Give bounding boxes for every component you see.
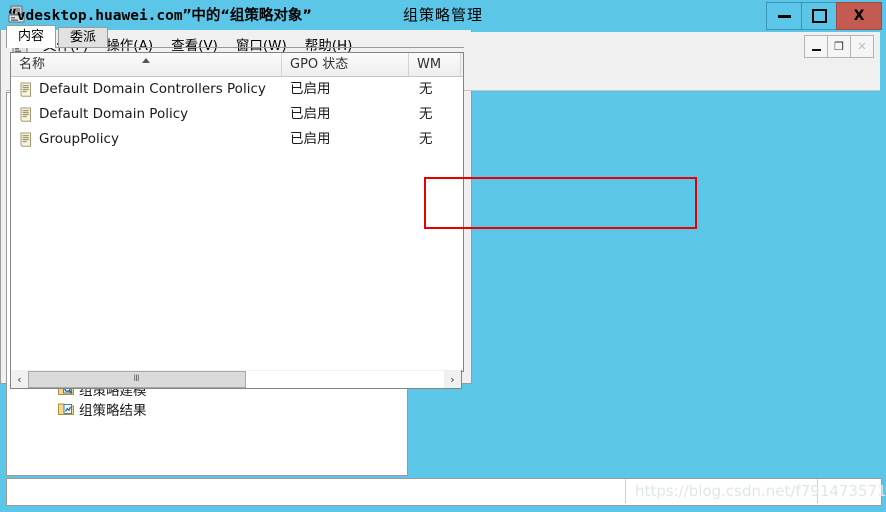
- mdi-minimize-button[interactable]: [804, 35, 828, 58]
- gpo-icon: [17, 106, 33, 123]
- column-header-gpo-status[interactable]: GPO 状态: [282, 53, 409, 76]
- status-bar: https://blog.csdn.net/f791473571: [6, 478, 886, 506]
- cell-wmi-filter: 无: [419, 131, 433, 147]
- minimize-button[interactable]: [766, 2, 802, 30]
- details-title-suffix: 中的“组策略对象”: [191, 8, 312, 24]
- sort-ascending-icon: [142, 58, 150, 63]
- gpo-icon: [17, 131, 33, 148]
- cell-name: GroupPolicy: [11, 127, 282, 152]
- watermark-text: https://blog.csdn.net/f791473571: [635, 482, 886, 500]
- column-header-name[interactable]: 名称: [11, 53, 282, 76]
- details-title-domain: “vdesktop.huawei.com”: [8, 8, 192, 24]
- tree-item[interactable]: 组策略结果: [11, 399, 407, 419]
- cell-name: Default Domain Controllers Policy: [11, 77, 282, 102]
- mdi-restore-button[interactable]: ❐: [827, 35, 851, 58]
- gp-results-icon: [57, 400, 75, 418]
- scrollbar-grip: Ⅲ: [133, 374, 141, 384]
- cell-name-label: Default Domain Controllers Policy: [39, 81, 266, 97]
- mdi-close-button[interactable]: ✕: [850, 35, 874, 58]
- scrollbar-track[interactable]: [246, 370, 444, 388]
- status-divider: [625, 479, 627, 503]
- mdi-controls: ❐ ✕: [804, 35, 874, 58]
- scroll-right-button[interactable]: ›: [444, 370, 461, 388]
- maximize-button[interactable]: [801, 2, 837, 30]
- minimize-icon: [811, 48, 821, 51]
- table-row[interactable]: Default Domain Controllers Policy 已启用 无: [11, 77, 463, 102]
- maximize-icon: [811, 9, 827, 23]
- details-pane: “vdesktop.huawei.com”中的“组策略对象” 内容 委派 名称 …: [0, 0, 472, 389]
- gpmc-window: 组策略管理 X 文件(F) 操作(A) 查看(V) 窗口(W) 帮助(H) ❐: [0, 0, 886, 512]
- cell-name-label: GroupPolicy: [39, 131, 119, 147]
- cell-name-label: Default Domain Policy: [39, 106, 189, 122]
- scroll-left-button[interactable]: ‹: [11, 370, 28, 388]
- tab-contents[interactable]: 内容: [6, 25, 57, 48]
- gpo-icon: [17, 81, 33, 98]
- cell-wmi-filter: 无: [419, 81, 433, 97]
- scrollbar-thumb[interactable]: Ⅲ: [28, 370, 246, 388]
- column-header-wmi-filter[interactable]: WM: [409, 53, 461, 76]
- cell-name: Default Domain Policy: [11, 102, 282, 127]
- minimize-icon: [777, 14, 791, 18]
- table-row[interactable]: Default Domain Policy 已启用 无: [11, 102, 463, 127]
- list-header: 名称 GPO 状态 WM: [11, 53, 463, 77]
- tab-delegation[interactable]: 委派: [58, 27, 109, 48]
- cell-wmi-filter: 无: [419, 106, 433, 122]
- column-header-name-label: 名称: [19, 57, 46, 72]
- table-row[interactable]: GroupPolicy 已启用 无: [11, 127, 463, 152]
- list-body: Default Domain Controllers Policy 已启用无 Def…: [11, 77, 463, 152]
- horizontal-scrollbar[interactable]: ‹ Ⅲ ›: [10, 370, 462, 389]
- cell-gpo-status: 已启用: [290, 131, 331, 147]
- details-title: “vdesktop.huawei.com”中的“组策略对象”: [8, 4, 312, 25]
- tree-item-label: 组策略结果: [79, 403, 147, 419]
- close-button[interactable]: X: [836, 2, 882, 30]
- cell-gpo-status: 已启用: [290, 106, 331, 122]
- gpo-list-view[interactable]: 名称 GPO 状态 WM Default Domain Controllers …: [10, 52, 464, 372]
- cell-gpo-status: 已启用: [290, 81, 331, 97]
- details-tabs: 内容 委派: [6, 25, 110, 48]
- tab-underline: [6, 47, 464, 48]
- window-controls: X: [766, 2, 882, 30]
